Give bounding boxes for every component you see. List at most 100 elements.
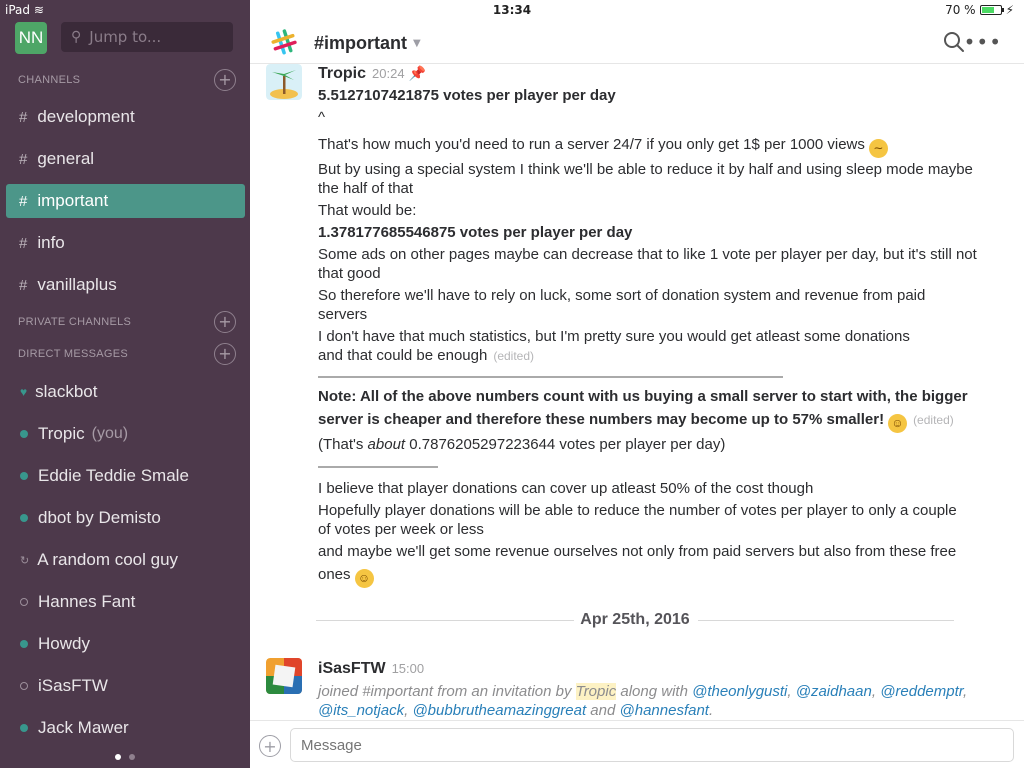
search-icon[interactable]: [942, 30, 966, 54]
message-line: Note: All of the above numbers count wit…: [318, 388, 968, 405]
sidebar-item-important[interactable]: # important: [6, 184, 245, 218]
user-mention[interactable]: @bubbrutheamazinggreat: [412, 702, 586, 719]
channel-label: info: [37, 233, 65, 252]
inviter-mention[interactable]: Tropic: [575, 683, 617, 700]
add-channel-button[interactable]: +: [214, 69, 236, 91]
message-line: That would be:: [318, 202, 417, 219]
sidebar-item-vanillaplus[interactable]: # vanillaplus: [6, 268, 245, 302]
sidebar-item-eddie[interactable]: Eddie Teddie Smale: [6, 459, 245, 493]
presence-online-icon: [20, 514, 28, 522]
hash-icon: #: [19, 108, 28, 126]
page-dot: [115, 754, 121, 760]
message-line: ones ☺: [318, 565, 1012, 588]
channel-title[interactable]: #important: [314, 33, 407, 54]
sidebar-item-info[interactable]: # info: [6, 226, 245, 260]
sidebar-item-slackbot[interactable]: ♥ slackbot: [6, 375, 245, 409]
page-indicator[interactable]: [0, 754, 250, 760]
dm-label: Tropic: [38, 424, 85, 443]
user-mention[interactable]: @hannesfant: [620, 702, 709, 719]
team-avatar[interactable]: NN: [15, 22, 47, 54]
message-rule: ———————————————————————————————: [318, 368, 783, 385]
dm-label: iSasFTW: [38, 676, 108, 695]
message-composer: +: [250, 720, 1024, 768]
channel-label: general: [37, 149, 95, 168]
user-mention[interactable]: @its_notjack: [318, 702, 404, 719]
message-line: So therefore we'll have to rely on luck,…: [318, 287, 926, 304]
pin-icon: 📌: [408, 65, 426, 81]
dm-label: dbot by Demisto: [38, 508, 161, 527]
user-mention[interactable]: @reddemptr: [880, 683, 963, 700]
message-line: server is cheaper and therefore these nu…: [318, 410, 1012, 433]
hash-icon: #: [19, 150, 28, 168]
main-pane: #important ▼ ••• Tropic 20:24 📌 5.51271074…: [250, 0, 1024, 768]
presence-online-icon: [20, 640, 28, 648]
sidebar-item-general[interactable]: # general: [6, 142, 245, 176]
presence-online-icon: [20, 430, 28, 438]
message-author[interactable]: iSasFTW 15:00: [318, 660, 424, 678]
message-input[interactable]: [290, 728, 1014, 762]
message-line: (That's about 0.7876205297223644 votes p…: [318, 436, 726, 453]
join-message: @its_notjack, @bubbrutheamazinggreat and…: [318, 702, 714, 719]
sidebar-item-hannes-fant[interactable]: Hannes Fant: [6, 585, 245, 619]
sidebar-item-jack-mawer[interactable]: Jack Mawer: [6, 711, 245, 745]
bot-presence-icon: ↻: [20, 554, 30, 567]
sidebar-item-isasftw[interactable]: iSasFTW: [6, 669, 245, 703]
clock: 13:34: [492, 3, 532, 17]
message-author[interactable]: Tropic 20:24 📌: [318, 65, 426, 83]
chevron-down-icon[interactable]: ▼: [413, 38, 421, 49]
slack-logo-icon: [271, 29, 297, 55]
channels-header[interactable]: CHANNELS: [18, 74, 80, 86]
dm-label: Jack Mawer: [38, 718, 129, 737]
search-icon: ⚲: [71, 29, 82, 45]
channel-label: important: [37, 191, 109, 210]
message-line: of votes per week or less: [318, 521, 484, 538]
confused-emoji-icon: ∼: [868, 139, 888, 158]
status-bar: iPad ≋ 13:34 70 % ⚡: [0, 0, 1024, 20]
direct-messages-header[interactable]: DIRECT MESSAGES: [18, 348, 128, 360]
date-label: Apr 25th, 2016: [580, 611, 690, 628]
sidebar-item-development[interactable]: # development: [6, 100, 245, 134]
edited-label: (edited): [913, 413, 954, 427]
message-line: and maybe we'll get some revenue ourselv…: [318, 543, 957, 560]
message-rule: ————————: [318, 458, 438, 475]
charging-icon: ⚡: [1005, 3, 1014, 17]
message-line: Some ads on other pages maybe can decrea…: [318, 246, 977, 263]
battery-status: 70 % ⚡: [945, 3, 1014, 17]
avatar-tropic[interactable]: [266, 64, 302, 100]
message-timestamp[interactable]: 20:24: [372, 66, 405, 81]
battery-icon: [979, 5, 1004, 15]
edited-label: (edited): [493, 349, 535, 363]
add-attachment-button[interactable]: +: [259, 735, 281, 757]
page-dot: [129, 754, 135, 760]
dm-label: Eddie Teddie Smale: [38, 466, 189, 485]
jump-placeholder: Jump to...: [89, 28, 162, 46]
message-line: ^: [318, 109, 326, 126]
channel-label: vanillaplus: [37, 275, 117, 294]
dm-label: Hannes Fant: [38, 592, 136, 611]
sidebar-item-howdy[interactable]: Howdy: [6, 627, 245, 661]
avatar-isasftw[interactable]: [266, 658, 302, 694]
user-mention[interactable]: @theonlygusti: [692, 683, 787, 700]
message-feed[interactable]: Tropic 20:24 📌 5.5127107421875 votes per p…: [250, 64, 1024, 720]
presence-away-icon: [20, 682, 28, 690]
channel-header: #important ▼ •••: [250, 20, 1024, 64]
more-options-icon[interactable]: •••: [964, 30, 1002, 54]
add-private-channel-button[interactable]: +: [214, 311, 236, 333]
sidebar: NN ⚲ Jump to... CHANNELS + # development …: [0, 0, 250, 768]
message-timestamp[interactable]: 15:00: [392, 661, 425, 676]
grinning-emoji-icon: ☺: [354, 569, 374, 588]
add-direct-message-button[interactable]: +: [214, 343, 236, 365]
message-line: and that could be enough (edited): [318, 347, 535, 364]
private-channels-header[interactable]: PRIVATE CHANNELS: [18, 316, 131, 328]
dm-label: slackbot: [35, 382, 98, 401]
sidebar-item-dbot[interactable]: dbot by Demisto: [6, 501, 245, 535]
user-mention[interactable]: @zaidhaan: [796, 683, 872, 700]
sidebar-item-tropic[interactable]: Tropic (you): [6, 417, 245, 451]
sidebar-item-random-cool-guy[interactable]: ↻ A random cool guy: [6, 543, 245, 577]
jump-to-search[interactable]: ⚲ Jump to...: [61, 22, 233, 52]
dm-label: Howdy: [38, 634, 90, 653]
message-line: the half of that: [318, 180, 414, 197]
message-line: Hopefully player donations will be able …: [318, 502, 957, 519]
hash-icon: #: [19, 276, 28, 294]
join-message: joined #important from an invitation by …: [318, 683, 968, 700]
